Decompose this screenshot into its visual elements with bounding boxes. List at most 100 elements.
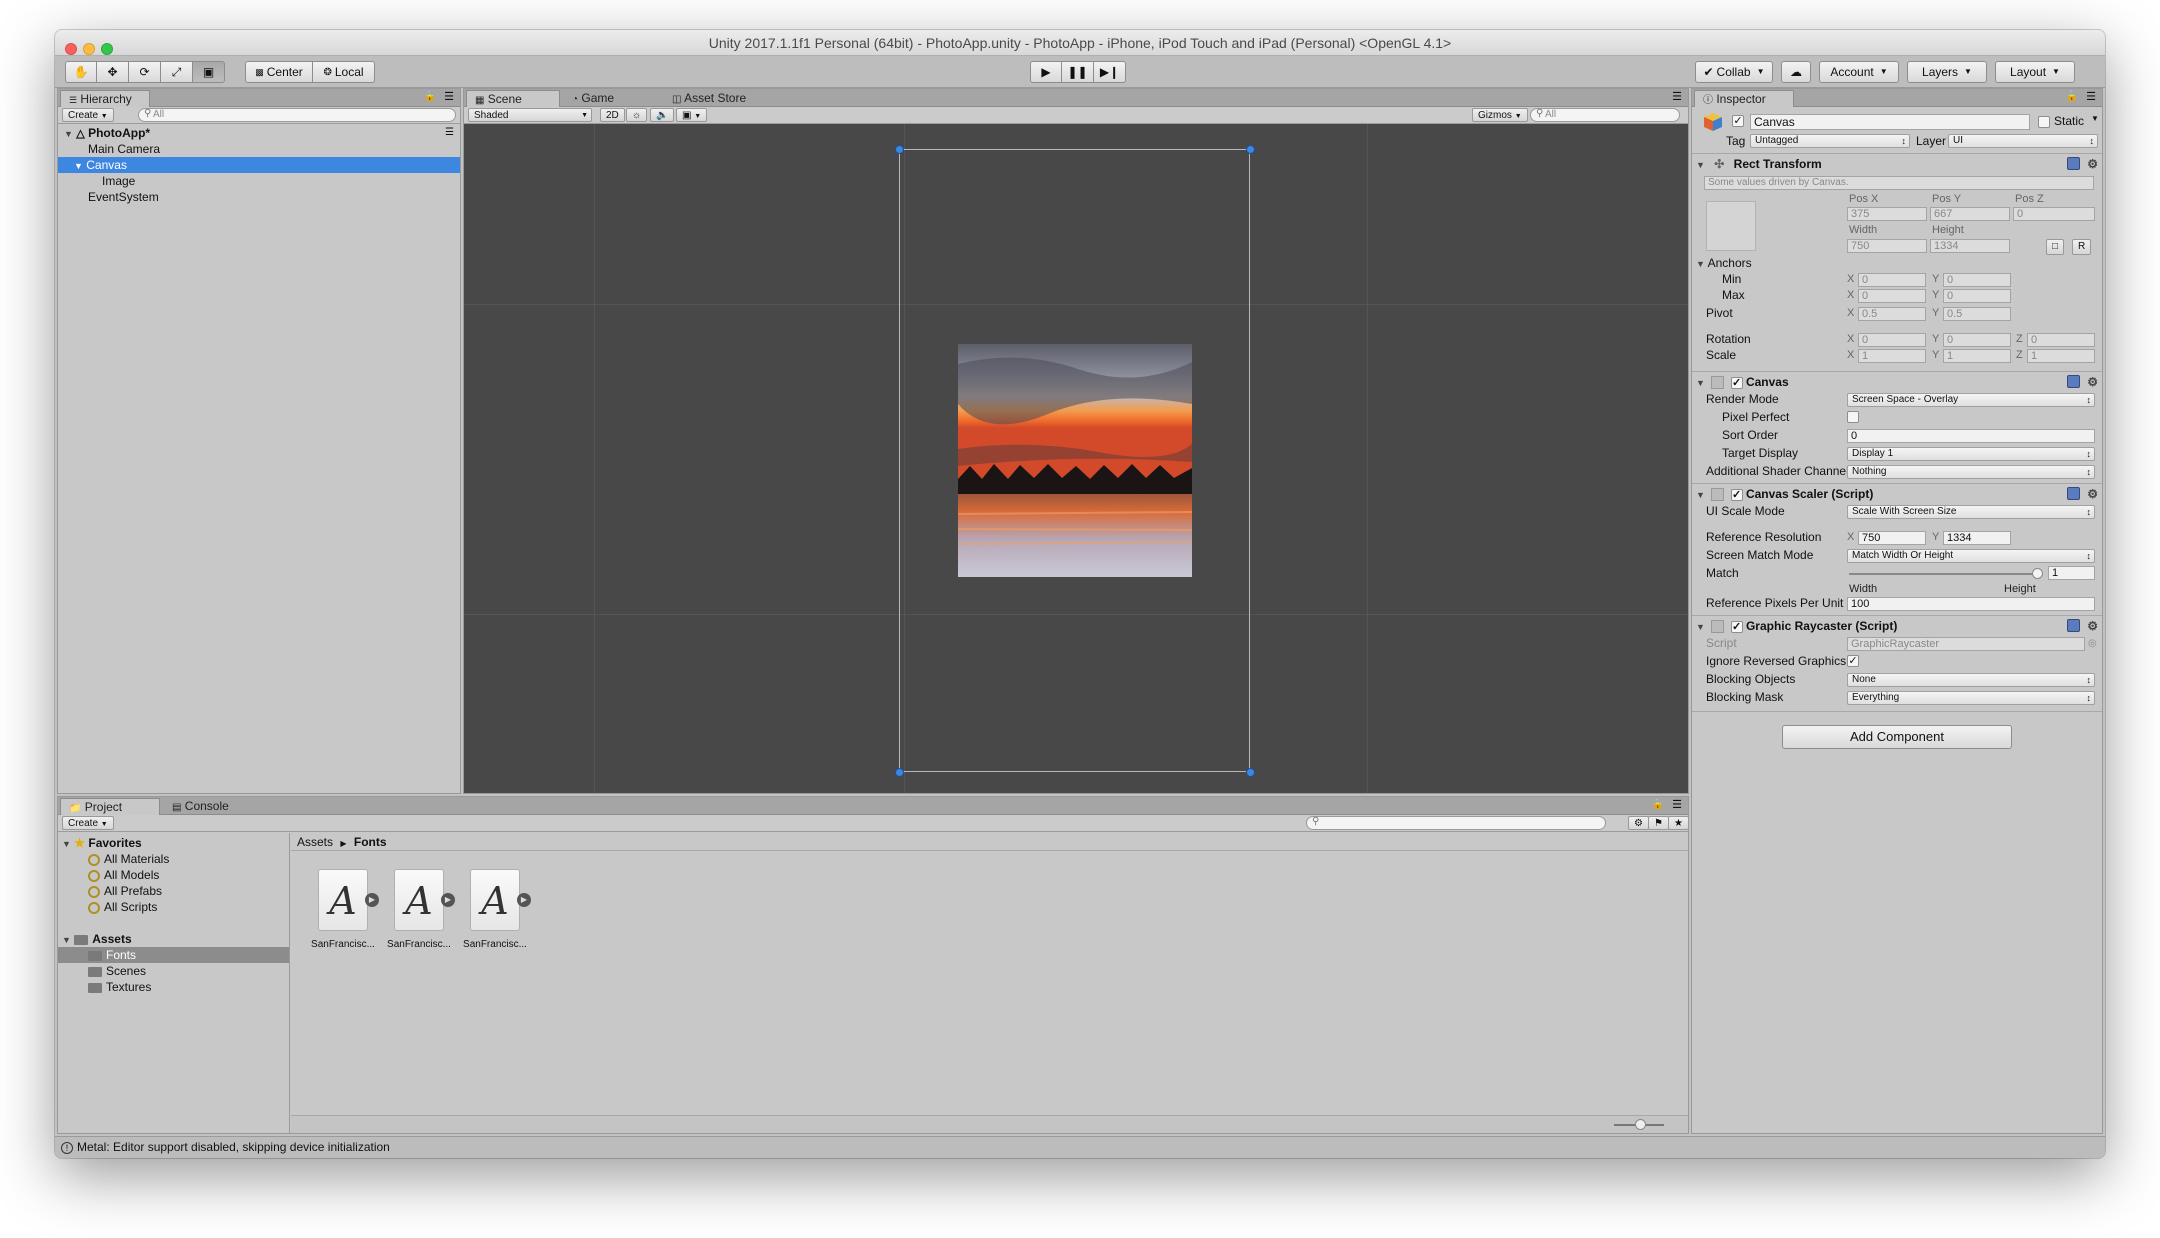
layers-dropdown[interactable]: Layers ▼: [1907, 61, 1987, 83]
gear-icon[interactable]: ⚙: [2087, 484, 2098, 504]
tab-inspector[interactable]: ⓘ Inspector: [1694, 90, 1794, 107]
help-book-icon[interactable]: [2067, 619, 2080, 632]
hierarchy-item-image[interactable]: Image: [58, 173, 460, 189]
move-tool-button[interactable]: ✥: [97, 61, 129, 83]
anchor-min-x-field[interactable]: 0: [1858, 273, 1926, 287]
rect-tool-button[interactable]: ▣: [193, 61, 225, 83]
posx-field[interactable]: 375: [1847, 207, 1927, 221]
folder-item-fonts[interactable]: Fonts: [58, 947, 289, 963]
object-name-field[interactable]: Canvas: [1750, 114, 2030, 130]
match-mode-dropdown[interactable]: Match Width Or Height: [1847, 549, 2095, 563]
anchor-max-x-field[interactable]: 0: [1858, 289, 1926, 303]
tag-dropdown[interactable]: Untagged: [1750, 134, 1910, 148]
account-dropdown[interactable]: Account ▼: [1819, 61, 1899, 83]
tab-hierarchy[interactable]: ☰ Hierarchy: [60, 90, 150, 107]
rect-handle-top-left[interactable]: [895, 145, 904, 154]
project-search-input[interactable]: [1306, 816, 1606, 830]
audio-toggle[interactable]: 🔈: [650, 108, 675, 122]
rect-transform-header[interactable]: ▼ ✣ Rect Transform ⚙: [1692, 153, 2102, 173]
sunset-image[interactable]: [958, 344, 1192, 577]
favorites-section[interactable]: ▼ ★ Favorites: [58, 835, 289, 851]
tab-project[interactable]: 📁 Project: [60, 798, 160, 815]
scene-viewport[interactable]: [464, 124, 1688, 793]
play-button[interactable]: ▶: [1030, 61, 1062, 83]
scale-tool-button[interactable]: ⤢: [161, 61, 193, 83]
canvas-component-header[interactable]: ▼ ✓ Canvas ⚙: [1692, 371, 2102, 391]
font-asset-icon[interactable]: A: [318, 869, 368, 931]
layer-dropdown[interactable]: UI: [1948, 134, 2098, 148]
tab-game[interactable]: ◔ Game: [564, 90, 622, 107]
canvas-scaler-header[interactable]: ▼ ✓ Canvas Scaler (Script) ⚙: [1692, 483, 2102, 503]
effects-dropdown[interactable]: ▣ ▼: [676, 108, 708, 122]
cloud-button[interactable]: ☁: [1781, 61, 1811, 83]
breadcrumb-fonts[interactable]: Fonts: [354, 835, 387, 849]
scale-x-field[interactable]: 1: [1858, 349, 1926, 363]
filter-by-label-button[interactable]: ⚑: [1648, 816, 1669, 830]
blocking-objects-dropdown[interactable]: None: [1847, 673, 2095, 687]
hierarchy-search-input[interactable]: All: [138, 108, 456, 122]
help-book-icon[interactable]: [2067, 375, 2080, 388]
ignore-reversed-checkbox[interactable]: ✓: [1847, 655, 1859, 667]
rotate-tool-button[interactable]: ⟳: [129, 61, 161, 83]
font-asset-icon[interactable]: A: [394, 869, 444, 931]
hierarchy-item-main-camera[interactable]: Main Camera: [58, 141, 460, 157]
folder-item-scenes[interactable]: Scenes: [58, 963, 289, 979]
panel-menu-icon[interactable]: ☰: [2086, 90, 2096, 103]
hierarchy-item-eventsystem[interactable]: EventSystem: [58, 189, 460, 205]
lock-icon[interactable]: 🔒: [424, 91, 436, 102]
pause-button[interactable]: ❚❚: [1062, 61, 1094, 83]
scale-z-field[interactable]: 1: [2027, 349, 2095, 363]
panel-menu-icon[interactable]: ☰: [1672, 90, 1682, 103]
static-checkbox[interactable]: [2038, 116, 2050, 128]
blueprint-mode-button[interactable]: □: [2046, 239, 2065, 255]
raw-edit-button[interactable]: R: [2072, 239, 2092, 255]
pivot-y-field[interactable]: 0.5: [1943, 307, 2011, 321]
hand-tool-button[interactable]: ✋: [65, 61, 97, 83]
anchors-row[interactable]: ▼ Anchors: [1692, 255, 2102, 272]
anchor-max-y-field[interactable]: 0: [1943, 289, 2011, 303]
anchor-min-y-field[interactable]: 0: [1943, 273, 2011, 287]
rect-handle-bottom-right[interactable]: [1246, 768, 1255, 777]
height-field[interactable]: 1334: [1930, 239, 2010, 253]
object-picker-icon[interactable]: ◎: [2088, 635, 2097, 652]
assets-section[interactable]: ▼ Assets: [58, 931, 289, 947]
help-book-icon[interactable]: [2067, 157, 2080, 170]
favorite-item-all-scripts[interactable]: All Scripts: [58, 899, 289, 915]
tab-asset-store[interactable]: ◫ Asset Store: [664, 90, 754, 107]
help-book-icon[interactable]: [2067, 487, 2080, 500]
scale-y-field[interactable]: 1: [1943, 349, 2011, 363]
width-field[interactable]: 750: [1847, 239, 1927, 253]
panel-menu-icon[interactable]: ☰: [1672, 798, 1682, 811]
reference-y-field[interactable]: 1334: [1943, 531, 2011, 545]
favorite-item-all-materials[interactable]: All Materials: [58, 851, 289, 867]
shading-dropdown[interactable]: Shaded ▼: [468, 108, 592, 122]
blocking-mask-dropdown[interactable]: Everything: [1847, 691, 2095, 705]
favorite-item-all-models[interactable]: All Models: [58, 867, 289, 883]
hierarchy-create-button[interactable]: Create ▼: [62, 108, 114, 122]
gear-icon[interactable]: ⚙: [2087, 372, 2098, 392]
pixel-perfect-checkbox[interactable]: [1847, 411, 1859, 423]
panel-menu-icon[interactable]: ☰: [444, 90, 454, 103]
breadcrumb-assets[interactable]: Assets: [297, 835, 333, 849]
add-component-button[interactable]: Add Component: [1782, 725, 2012, 749]
folder-item-textures[interactable]: Textures: [58, 979, 289, 995]
lighting-toggle[interactable]: ☼: [626, 108, 648, 122]
gear-icon[interactable]: ⚙: [2087, 154, 2098, 174]
minimize-window-button[interactable]: [83, 43, 95, 55]
sort-order-field[interactable]: 0: [1847, 429, 2095, 443]
render-mode-dropdown[interactable]: Screen Space - Overlay: [1847, 393, 2095, 407]
match-slider-thumb[interactable]: [2032, 568, 2043, 579]
step-button[interactable]: ▶❙: [1094, 61, 1126, 83]
scale-mode-dropdown[interactable]: Scale With Screen Size: [1847, 505, 2095, 519]
close-window-button[interactable]: [65, 43, 77, 55]
target-display-dropdown[interactable]: Display 1: [1847, 447, 2095, 461]
posz-field[interactable]: 0: [2013, 207, 2095, 221]
chevron-down-icon[interactable]: ▼: [2091, 114, 2099, 123]
font-asset-icon[interactable]: A: [470, 869, 520, 931]
active-checkbox[interactable]: ✓: [1732, 115, 1744, 127]
pivot-x-field[interactable]: 0.5: [1858, 307, 1926, 321]
lock-icon[interactable]: 🔒: [2066, 91, 2078, 102]
shader-channel-dropdown[interactable]: Nothing: [1847, 465, 2095, 479]
anchor-preset-widget[interactable]: [1706, 201, 1756, 251]
rect-handle-bottom-left[interactable]: [895, 768, 904, 777]
